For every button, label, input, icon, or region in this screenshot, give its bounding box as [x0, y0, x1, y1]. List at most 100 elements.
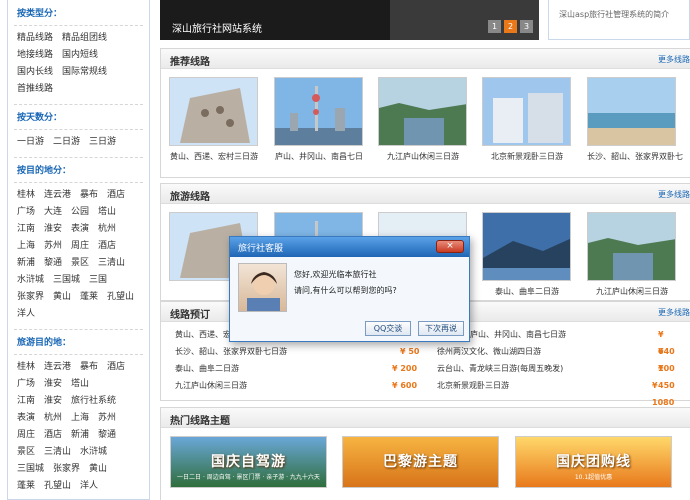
- route-card[interactable]: 庐山、井冈山、南昌七日: [274, 77, 364, 162]
- route-caption[interactable]: 北京新景观卧三日游: [482, 151, 572, 162]
- route-name[interactable]: 九江庐山休闲三日游: [175, 377, 247, 394]
- sidebar-link[interactable]: 江南: [17, 221, 35, 238]
- sidebar-link[interactable]: 黄山: [53, 289, 71, 306]
- route-name[interactable]: 长沙、韶山、张家界双卧七日游: [175, 343, 287, 360]
- sidebar-link[interactable]: 连云港: [44, 187, 71, 204]
- sidebar-link[interactable]: 蓬莱: [17, 478, 35, 495]
- route-photo[interactable]: [274, 77, 363, 146]
- sidebar-link[interactable]: 杭州: [98, 221, 116, 238]
- sidebar-link[interactable]: 地接线路: [17, 47, 53, 64]
- sidebar-link[interactable]: 三国: [89, 272, 107, 289]
- sidebar-link[interactable]: 水浒城: [17, 272, 44, 289]
- route-card[interactable]: 长沙、韶山、张家界双卧七: [587, 77, 683, 162]
- sidebar-link[interactable]: 淮安: [44, 221, 62, 238]
- sidebar-link[interactable]: 酒店: [44, 427, 62, 444]
- hero-slider[interactable]: 深山旅行社网站系统 1 2 3: [160, 0, 539, 40]
- sidebar-link[interactable]: 暴布: [80, 187, 98, 204]
- sidebar-link[interactable]: 景区: [71, 255, 89, 272]
- list-item[interactable]: 长沙、韶山、张家界双卧七日游 ¥ 50 徐州两汉文化、微山湖四日游 ¥ 100: [170, 343, 681, 373]
- sidebar-link[interactable]: 江南: [17, 393, 35, 410]
- theme-banner[interactable]: 国庆自驾游 一日二日 · 周边自驾 · 景区门票 · 亲子游 · 九九十六天: [170, 436, 327, 488]
- sidebar-link[interactable]: 旅行社系统: [71, 393, 116, 410]
- close-icon[interactable]: ×: [436, 240, 464, 253]
- more-routes-link[interactable]: 更多线路: [658, 307, 690, 318]
- route-name[interactable]: 云台山、青龙峡三日游(每周五晚发): [437, 360, 563, 377]
- route-caption[interactable]: 黄山、西递、宏村三日游: [169, 151, 259, 162]
- sidebar-link[interactable]: 上海: [71, 410, 89, 427]
- list-item[interactable]: 泰山、曲阜二日游 ¥ 200 云台山、青龙峡三日游(每周五晚发) ¥ 450: [170, 360, 681, 390]
- route-name[interactable]: 徐州两汉文化、微山湖四日游: [437, 343, 541, 360]
- sidebar-link[interactable]: 塔山: [71, 376, 89, 393]
- route-caption[interactable]: 泰山、曲阜二日游: [482, 286, 572, 297]
- sidebar-link[interactable]: 孔望山: [107, 289, 134, 306]
- slider-page-3[interactable]: 3: [520, 20, 533, 33]
- route-name[interactable]: 泰山、曲阜二日游: [175, 360, 239, 377]
- route-card[interactable]: 九江庐山休闲三日游: [587, 212, 677, 297]
- sidebar-link[interactable]: 国内短线: [62, 47, 98, 64]
- dialog-titlebar[interactable]: 旅行社客服 ×: [230, 237, 469, 257]
- sidebar-link[interactable]: 桂林: [17, 359, 35, 376]
- sidebar-link[interactable]: 苏州: [44, 238, 62, 255]
- route-caption[interactable]: 九江庐山休闲三日游: [378, 151, 468, 162]
- sidebar-link[interactable]: 杭州: [44, 410, 62, 427]
- sidebar-link[interactable]: 张家界: [17, 289, 44, 306]
- sidebar-link[interactable]: 三清山: [44, 444, 71, 461]
- sidebar-link[interactable]: 二日游: [53, 134, 80, 151]
- more-routes-link[interactable]: 更多线路: [658, 189, 690, 200]
- slider-page-1[interactable]: 1: [488, 20, 501, 33]
- sidebar-link[interactable]: 上海: [17, 238, 35, 255]
- sidebar-link[interactable]: 三清山: [98, 255, 125, 272]
- sidebar-link[interactable]: 三日游: [89, 134, 116, 151]
- sidebar-link[interactable]: 三国城: [17, 461, 44, 478]
- route-photo[interactable]: [587, 212, 676, 281]
- sidebar-link[interactable]: 景区: [17, 444, 35, 461]
- sidebar-link[interactable]: 新浦: [71, 427, 89, 444]
- sidebar-link[interactable]: 首推线路: [17, 81, 53, 98]
- sidebar-link[interactable]: 广场: [17, 204, 35, 221]
- more-routes-link[interactable]: 更多线路: [658, 54, 690, 65]
- sidebar-link[interactable]: 周庄: [17, 427, 35, 444]
- list-item[interactable]: 九江庐山休闲三日游 ¥ 600 北京新景观卧三日游 ¥ 1080: [170, 377, 681, 407]
- route-caption[interactable]: 长沙、韶山、张家界双卧七: [587, 151, 683, 162]
- route-name[interactable]: 北京新景观卧三日游: [437, 377, 509, 394]
- sidebar-link[interactable]: 酒店: [107, 359, 125, 376]
- sidebar-link[interactable]: 精品组团线: [62, 30, 107, 47]
- route-card[interactable]: 泰山、曲阜二日游: [482, 212, 572, 297]
- sidebar-link[interactable]: 张家界: [53, 461, 80, 478]
- sidebar-link[interactable]: 黎通: [44, 255, 62, 272]
- route-caption[interactable]: 庐山、井冈山、南昌七日: [274, 151, 364, 162]
- notice-link[interactable]: 深山asp旅行社管理系统的简介: [559, 8, 689, 22]
- sidebar-link[interactable]: 周庄: [71, 238, 89, 255]
- sidebar-link[interactable]: 广场: [17, 376, 35, 393]
- sidebar-link[interactable]: 暴布: [80, 359, 98, 376]
- sidebar-link[interactable]: 表演: [17, 410, 35, 427]
- route-card[interactable]: 北京新景观卧三日游: [482, 77, 572, 162]
- sidebar-link[interactable]: 黄山: [89, 461, 107, 478]
- sidebar-link[interactable]: 桂林: [17, 187, 35, 204]
- qq-chat-button[interactable]: QQ交谈: [365, 321, 411, 336]
- sidebar-link[interactable]: 国际常规线: [62, 64, 107, 81]
- sidebar-link[interactable]: 塔山: [98, 204, 116, 221]
- sidebar-link[interactable]: 酒店: [98, 238, 116, 255]
- route-card[interactable]: 九江庐山休闲三日游: [378, 77, 468, 162]
- theme-banner[interactable]: 国庆团购线 10.1超值优惠: [515, 436, 672, 488]
- sidebar-link[interactable]: 酒店: [107, 187, 125, 204]
- sidebar-link[interactable]: 一日游: [17, 134, 44, 151]
- sidebar-link[interactable]: 国内长线: [17, 64, 53, 81]
- theme-banner[interactable]: 巴黎游主题: [342, 436, 499, 488]
- sidebar-link[interactable]: 黎通: [98, 427, 116, 444]
- sidebar-link[interactable]: 大连: [44, 204, 62, 221]
- route-photo[interactable]: [482, 212, 571, 281]
- route-photo[interactable]: [482, 77, 571, 146]
- route-photo[interactable]: [378, 77, 467, 146]
- sidebar-link[interactable]: 新浦: [17, 255, 35, 272]
- sidebar-link[interactable]: 蓬莱: [80, 289, 98, 306]
- sidebar-link[interactable]: 连云港: [44, 359, 71, 376]
- route-caption[interactable]: 九江庐山休闲三日游: [587, 286, 677, 297]
- sidebar-link[interactable]: 淮安: [44, 376, 62, 393]
- sidebar-link[interactable]: 水浒城: [80, 444, 107, 461]
- sidebar-link[interactable]: 精品线路: [17, 30, 53, 47]
- sidebar-link[interactable]: 表演: [71, 221, 89, 238]
- sidebar-link[interactable]: 洋人: [80, 478, 98, 495]
- sidebar-link[interactable]: 苏州: [98, 410, 116, 427]
